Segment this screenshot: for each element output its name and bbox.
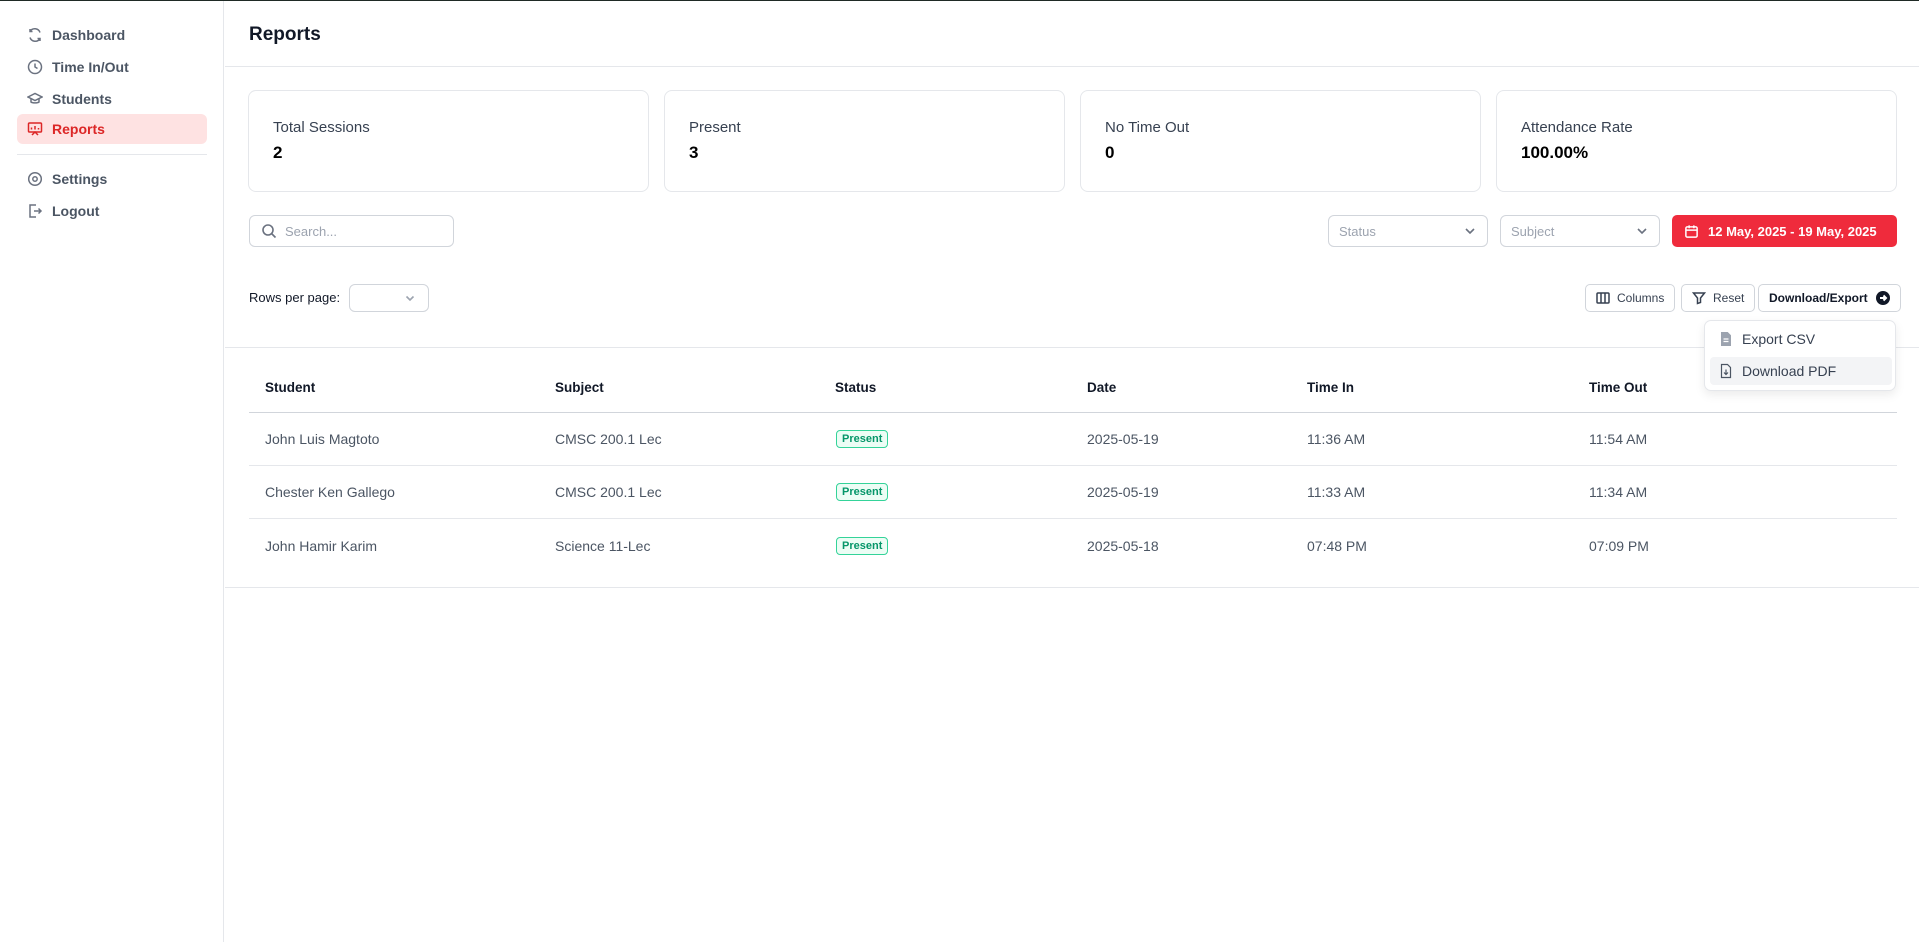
column-header-time-out[interactable]: Time Out <box>1589 362 1647 412</box>
table-row: Chester Ken Gallego CMSC 200.1 Lec Prese… <box>249 466 1897 519</box>
cell-subject: CMSC 200.1 Lec <box>555 484 662 500</box>
stat-card-attendance-rate: Attendance Rate 100.00% <box>1496 90 1897 192</box>
cell-status: Present <box>836 466 889 518</box>
rows-per-page-select[interactable] <box>349 284 429 312</box>
table-header-row: Student Subject Status Date Time In Time… <box>249 362 1897 413</box>
sidebar-item-reports[interactable]: Reports <box>17 114 207 144</box>
cell-date: 2025-05-19 <box>1087 431 1159 447</box>
clock-icon <box>27 59 43 75</box>
stat-card-total-sessions: Total Sessions 2 <box>248 90 649 192</box>
sidebar-item-label: Students <box>52 91 112 107</box>
cell-student: John Hamir Karim <box>265 537 378 554</box>
menu-item-download-pdf[interactable]: Download PDF <box>1710 357 1892 385</box>
cell-time-out: 11:34 AM <box>1589 484 1648 500</box>
column-header-time-in[interactable]: Time In <box>1307 362 1354 412</box>
arrow-right-icon <box>1875 291 1890 305</box>
cell-time-in: 11:33 AM <box>1307 484 1366 500</box>
gear-icon <box>27 171 43 187</box>
cell-student: John Luis Magtoto <box>265 431 380 447</box>
cell-student: Chester Ken Gallego <box>265 484 395 500</box>
columns-icon <box>1596 292 1610 304</box>
reset-button[interactable]: Reset <box>1681 284 1756 312</box>
cell-status: Present <box>836 519 889 572</box>
status-select[interactable]: Status <box>1328 215 1488 247</box>
cell-date: 2025-05-19 <box>1087 484 1159 500</box>
file-text-icon <box>1721 332 1731 346</box>
file-download-icon <box>1720 363 1732 379</box>
status-badge: Present <box>836 430 889 448</box>
page-header: Reports <box>225 1 1919 67</box>
stat-label: No Time Out <box>1105 119 1190 136</box>
stat-card-present: Present 3 <box>664 90 1065 192</box>
cell-subject: CMSC 200.1 Lec <box>555 431 662 447</box>
stat-value: 3 <box>689 143 699 162</box>
menu-item-label: Download PDF <box>1742 363 1837 379</box>
cell-date: 2025-05-18 <box>1087 537 1159 554</box>
column-header-date[interactable]: Date <box>1087 362 1116 412</box>
date-range-label: 12 May, 2025 - 19 May, 2025 <box>1708 223 1877 239</box>
chevron-down-icon <box>1465 228 1475 235</box>
date-range-button[interactable]: 12 May, 2025 - 19 May, 2025 <box>1672 215 1897 247</box>
column-header-student[interactable]: Student <box>265 362 315 412</box>
sidebar-item-label: Time In/Out <box>52 59 129 75</box>
search-box <box>249 215 454 247</box>
rows-per-page-label: Rows per page: <box>249 290 341 305</box>
search-icon <box>262 224 277 239</box>
columns-button[interactable]: Columns <box>1585 284 1676 312</box>
status-badge: Present <box>836 483 889 501</box>
stat-value: 0 <box>1105 143 1115 162</box>
download-export-label: Download/Export <box>1769 291 1868 305</box>
cell-time-in: 11:36 AM <box>1307 431 1366 447</box>
cell-time-out: 11:54 AM <box>1589 431 1648 447</box>
cell-time-in: 07:48 PM <box>1307 537 1367 554</box>
filter-icon <box>1692 292 1706 305</box>
logout-icon <box>27 203 43 219</box>
reset-label: Reset <box>1713 291 1745 305</box>
table-row: John Luis Magtoto CMSC 200.1 Lec Present… <box>249 413 1897 466</box>
sidebar-item-students[interactable]: Students <box>17 85 207 113</box>
chevron-down-icon <box>1637 228 1647 235</box>
sidebar-item-label: Reports <box>52 121 105 137</box>
stat-value: 2 <box>273 143 283 162</box>
subject-select[interactable]: Subject <box>1500 215 1660 247</box>
calendar-icon <box>1685 224 1698 238</box>
sidebar-item-dashboard[interactable]: Dashboard <box>17 21 207 49</box>
menu-item-export-csv[interactable]: Export CSV <box>1710 325 1892 353</box>
download-export-button[interactable]: Download/Export <box>1758 284 1901 312</box>
table-row: John Hamir Karim Science 11-Lec Present … <box>249 519 1897 572</box>
export-dropdown-menu: Export CSV Download PDF <box>1704 320 1896 391</box>
sidebar-item-label: Logout <box>52 203 100 219</box>
presentation-chart-icon <box>27 121 43 137</box>
cell-subject: Science 11-Lec <box>555 537 651 554</box>
column-header-status[interactable]: Status <box>835 362 876 412</box>
columns-label: Columns <box>1617 291 1665 305</box>
sidebar-divider <box>17 154 207 155</box>
menu-item-label: Export CSV <box>1742 331 1816 347</box>
refresh-icon <box>27 27 43 43</box>
stat-value: 100.00% <box>1521 143 1589 162</box>
sidebar-item-settings[interactable]: Settings <box>17 165 207 193</box>
stat-label: Attendance Rate <box>1521 119 1633 136</box>
status-select-placeholder: Status <box>1339 223 1376 239</box>
subject-select-placeholder: Subject <box>1511 223 1555 239</box>
stat-label: Present <box>689 119 741 136</box>
cell-time-out: 07:09 PM <box>1589 537 1649 554</box>
page-title: Reports <box>249 24 321 45</box>
search-input[interactable] <box>285 223 445 239</box>
sidebar-item-time-in-out[interactable]: Time In/Out <box>17 53 207 81</box>
column-header-subject[interactable]: Subject <box>555 362 604 412</box>
sidebar-item-label: Settings <box>52 171 108 187</box>
cell-status: Present <box>836 413 889 465</box>
sidebar-item-label: Dashboard <box>52 27 126 43</box>
status-badge: Present <box>836 536 889 555</box>
stat-card-no-time-out: No Time Out 0 <box>1080 90 1481 192</box>
stat-label: Total Sessions <box>273 119 370 136</box>
sidebar-item-logout[interactable]: Logout <box>17 197 207 225</box>
chevron-down-icon <box>405 295 415 302</box>
sidebar: Dashboard Time In/Out Students Reports S… <box>0 1 224 942</box>
graduation-cap-icon <box>27 91 43 107</box>
